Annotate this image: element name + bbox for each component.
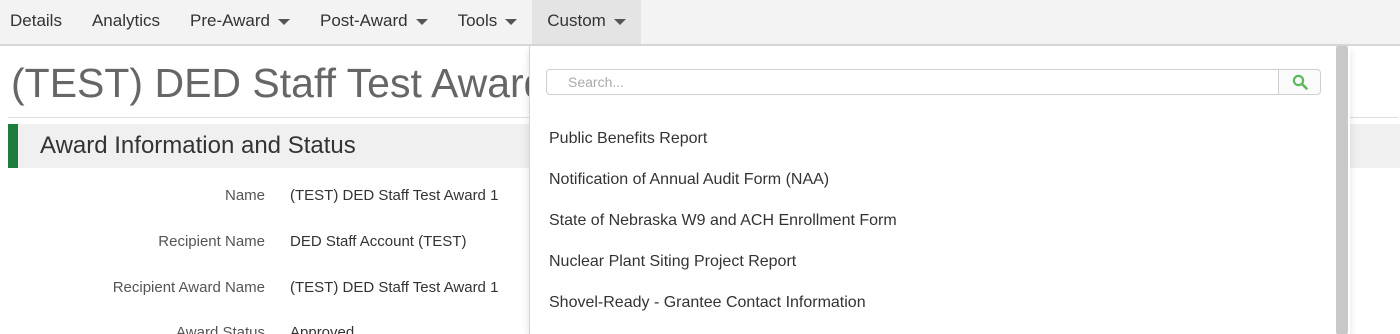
section-title: Award Information and Status [40, 132, 356, 159]
top-nav: Details Analytics Pre-Award Post-Award T… [0, 0, 1400, 46]
field-row-award-status: Award Status Approved [0, 324, 530, 334]
search-box [546, 69, 1321, 95]
field-value: (TEST) DED Staff Test Award 1 [290, 279, 499, 296]
caret-down-icon [505, 19, 518, 25]
menu-item-w9-ach-enrollment[interactable]: State of Nebraska W9 and ACH Enrollment … [549, 212, 897, 230]
field-row-name: Name (TEST) DED Staff Test Award 1 [0, 187, 530, 209]
field-row-recipient-award-name: Recipient Award Name (TEST) DED Staff Te… [0, 279, 530, 301]
field-value: (TEST) DED Staff Test Award 1 [290, 187, 499, 204]
field-label: Award Status [176, 324, 265, 334]
caret-down-icon [415, 19, 428, 25]
nav-tab-label: Analytics [91, 11, 160, 30]
field-label: Recipient Name [158, 233, 265, 250]
menu-item-annual-audit-form[interactable]: Notification of Annual Audit Form (NAA) [549, 171, 829, 189]
search-icon [1292, 74, 1308, 90]
field-label: Recipient Award Name [112, 279, 265, 296]
caret-down-icon [613, 19, 626, 25]
nav-tab-details[interactable]: Details [0, 0, 77, 44]
caret-down-icon [278, 19, 290, 25]
search-button[interactable] [1278, 70, 1320, 94]
search-input[interactable] [547, 70, 1279, 94]
menu-item-nuclear-plant-siting[interactable]: Nuclear Plant Siting Project Report [549, 253, 796, 271]
field-row-recipient-name: Recipient Name DED Staff Account (TEST) [0, 233, 530, 255]
field-value: DED Staff Account (TEST) [290, 233, 467, 250]
nav-tab-tools[interactable]: Tools [443, 0, 533, 44]
nav-tab-label: Pre-Award [190, 11, 270, 30]
field-label: Name [224, 187, 265, 204]
menu-item-shovel-ready-contact[interactable]: Shovel-Ready - Grantee Contact Informati… [549, 294, 866, 312]
dropdown-scrollbar[interactable] [1336, 46, 1348, 334]
nav-tab-label: Custom [547, 11, 606, 30]
nav-tab-label: Tools [457, 11, 498, 30]
nav-tab-custom[interactable]: Custom [532, 0, 641, 44]
menu-item-public-benefits-report[interactable]: Public Benefits Report [549, 130, 707, 148]
field-value: Approved [290, 324, 355, 334]
nav-tab-pre-award[interactable]: Pre-Award [175, 0, 305, 44]
custom-dropdown-menu: Public Benefits Report Notification of A… [529, 46, 1350, 334]
nav-tab-post-award[interactable]: Post-Award [305, 0, 443, 44]
nav-tab-label: Details [10, 11, 62, 30]
nav-tab-label: Post-Award [320, 11, 408, 30]
page-title: (TEST) DED Staff Test Award 1 [11, 60, 581, 106]
nav-tab-analytics[interactable]: Analytics [77, 0, 175, 44]
